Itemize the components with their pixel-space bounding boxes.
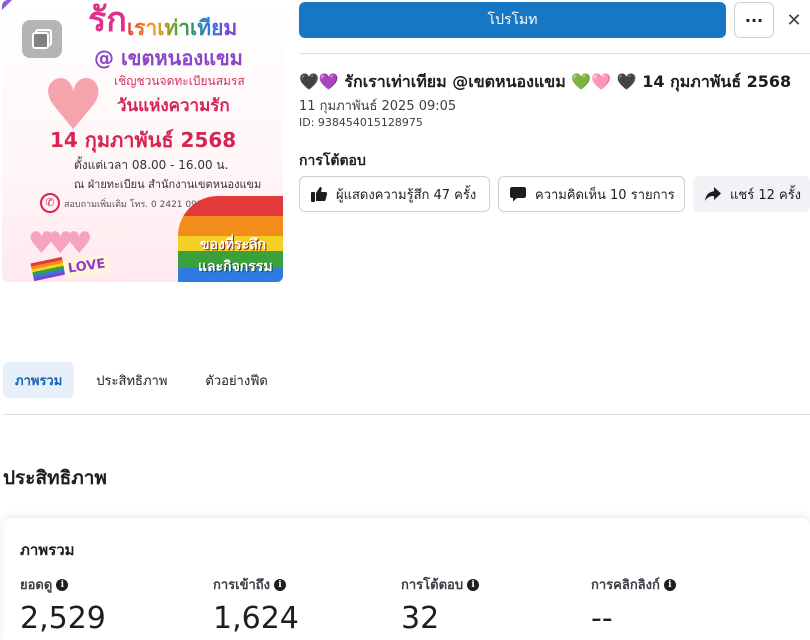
thumbs-up-icon bbox=[311, 187, 328, 202]
metric-views-value: 2,529 bbox=[20, 601, 106, 636]
metric-reach-label: การเข้าถึง bbox=[213, 578, 271, 593]
tab-overview[interactable]: ภาพรวม bbox=[3, 362, 75, 398]
poster-day: วันแห่งความรัก bbox=[117, 96, 230, 116]
metric-engagement: การโต้ตอบ i 32 bbox=[401, 574, 480, 636]
reactions-label: ผู้แสดงความรู้สึก 47 ครั้ง bbox=[336, 187, 477, 203]
poster-place: ณ ฝ่ายทะเบียน สำนักงานเขตหนองแขม bbox=[74, 178, 262, 191]
info-icon[interactable]: i bbox=[663, 578, 676, 591]
poster-subheadline: @ เขตหนองแขม bbox=[94, 46, 243, 70]
tab-feed-preview[interactable]: ตัวอย่างฟีด bbox=[193, 362, 279, 398]
overview-card: ภาพรวม ยอดดู i 2,529 การเข้าถึง i 1,624 … bbox=[3, 518, 810, 640]
post-thumbnail[interactable]: ♥♥♥ ♥ รัก เราเท่าเทียม @ เขตหนองแขม เชิญ… bbox=[2, 0, 283, 282]
share-icon bbox=[705, 187, 721, 201]
post-date: 11 กุมภาพันธ์ 2025 09:05 bbox=[299, 99, 457, 114]
performance-section-title: ประสิทธิภาพ bbox=[3, 467, 107, 489]
overview-card-title: ภาพรวม bbox=[20, 541, 75, 559]
more-options-button[interactable]: ··· bbox=[734, 2, 774, 38]
metric-link-clicks: การคลิกลิงก์ i -- bbox=[591, 574, 676, 636]
comment-icon bbox=[510, 187, 526, 202]
engagement-label: การโต้ตอบ bbox=[299, 153, 366, 169]
thumbnail-corner-flag bbox=[2, 0, 12, 10]
comments-label: ความคิดเห็น 10 รายการ bbox=[535, 187, 675, 203]
info-icon[interactable]: i bbox=[274, 578, 287, 591]
poster-invite: เชิญชวนจดทะเบียนสมรส bbox=[114, 74, 245, 88]
tab-performance[interactable]: ประสิทธิภาพ bbox=[84, 362, 179, 398]
metric-engagement-value: 32 bbox=[401, 601, 440, 636]
post-id: ID: 938454015128975 bbox=[299, 116, 423, 129]
reactions-button[interactable]: ผู้แสดงความรู้สึก 47 ครั้ง bbox=[299, 176, 490, 212]
poster-date: 14 กุมภาพันธ์ 2568 bbox=[50, 128, 237, 152]
metric-reach: การเข้าถึง i 1,624 bbox=[213, 574, 299, 636]
poster-brand-text: รัก bbox=[88, 0, 127, 40]
tab-bar: ภาพรวม ประสิทธิภาพ ตัวอย่างฟีด bbox=[3, 362, 280, 398]
metric-reach-value: 1,624 bbox=[213, 601, 299, 636]
header-divider bbox=[299, 53, 810, 54]
phone-icon: ✆ bbox=[40, 193, 60, 213]
metric-engagement-label: การโต้ตอบ bbox=[401, 578, 464, 593]
info-icon[interactable]: i bbox=[56, 578, 69, 591]
post-title: 🖤💜 รักเราเท่าเทียม @เขตหนองแขม 💚🩷 🖤 14 ก… bbox=[299, 72, 792, 91]
poster-rainbow-text: ของที่ระลึก bbox=[200, 237, 267, 253]
metric-views-label: ยอดดู bbox=[20, 578, 53, 593]
metric-views: ยอดดู i 2,529 bbox=[20, 574, 106, 636]
hearts-decoration: ♥♥♥ bbox=[28, 226, 93, 261]
metric-link-clicks-label: การคลิกลิงก์ bbox=[591, 578, 660, 593]
poster-headline: เราเท่าเทียม bbox=[127, 12, 237, 45]
poster-time: ตั้งแต่เวลา 08.00 - 16.00 น. bbox=[74, 158, 229, 172]
close-icon: ✕ bbox=[786, 9, 802, 31]
poster-rainbow-text-2: และกิจกรรม bbox=[198, 259, 273, 275]
multi-image-icon bbox=[22, 20, 62, 58]
close-button[interactable]: ✕ bbox=[784, 8, 804, 32]
metric-link-clicks-value: -- bbox=[591, 601, 613, 636]
more-icon: ··· bbox=[744, 10, 764, 30]
tabs-divider bbox=[3, 414, 810, 415]
info-icon[interactable]: i bbox=[467, 578, 480, 591]
promote-button[interactable]: โปรโมท bbox=[299, 2, 726, 38]
shares-button[interactable]: แชร์ 12 ครั้ง bbox=[693, 176, 810, 212]
comments-button[interactable]: ความคิดเห็น 10 รายการ bbox=[498, 176, 685, 212]
shares-label: แชร์ 12 ครั้ง bbox=[730, 187, 802, 203]
